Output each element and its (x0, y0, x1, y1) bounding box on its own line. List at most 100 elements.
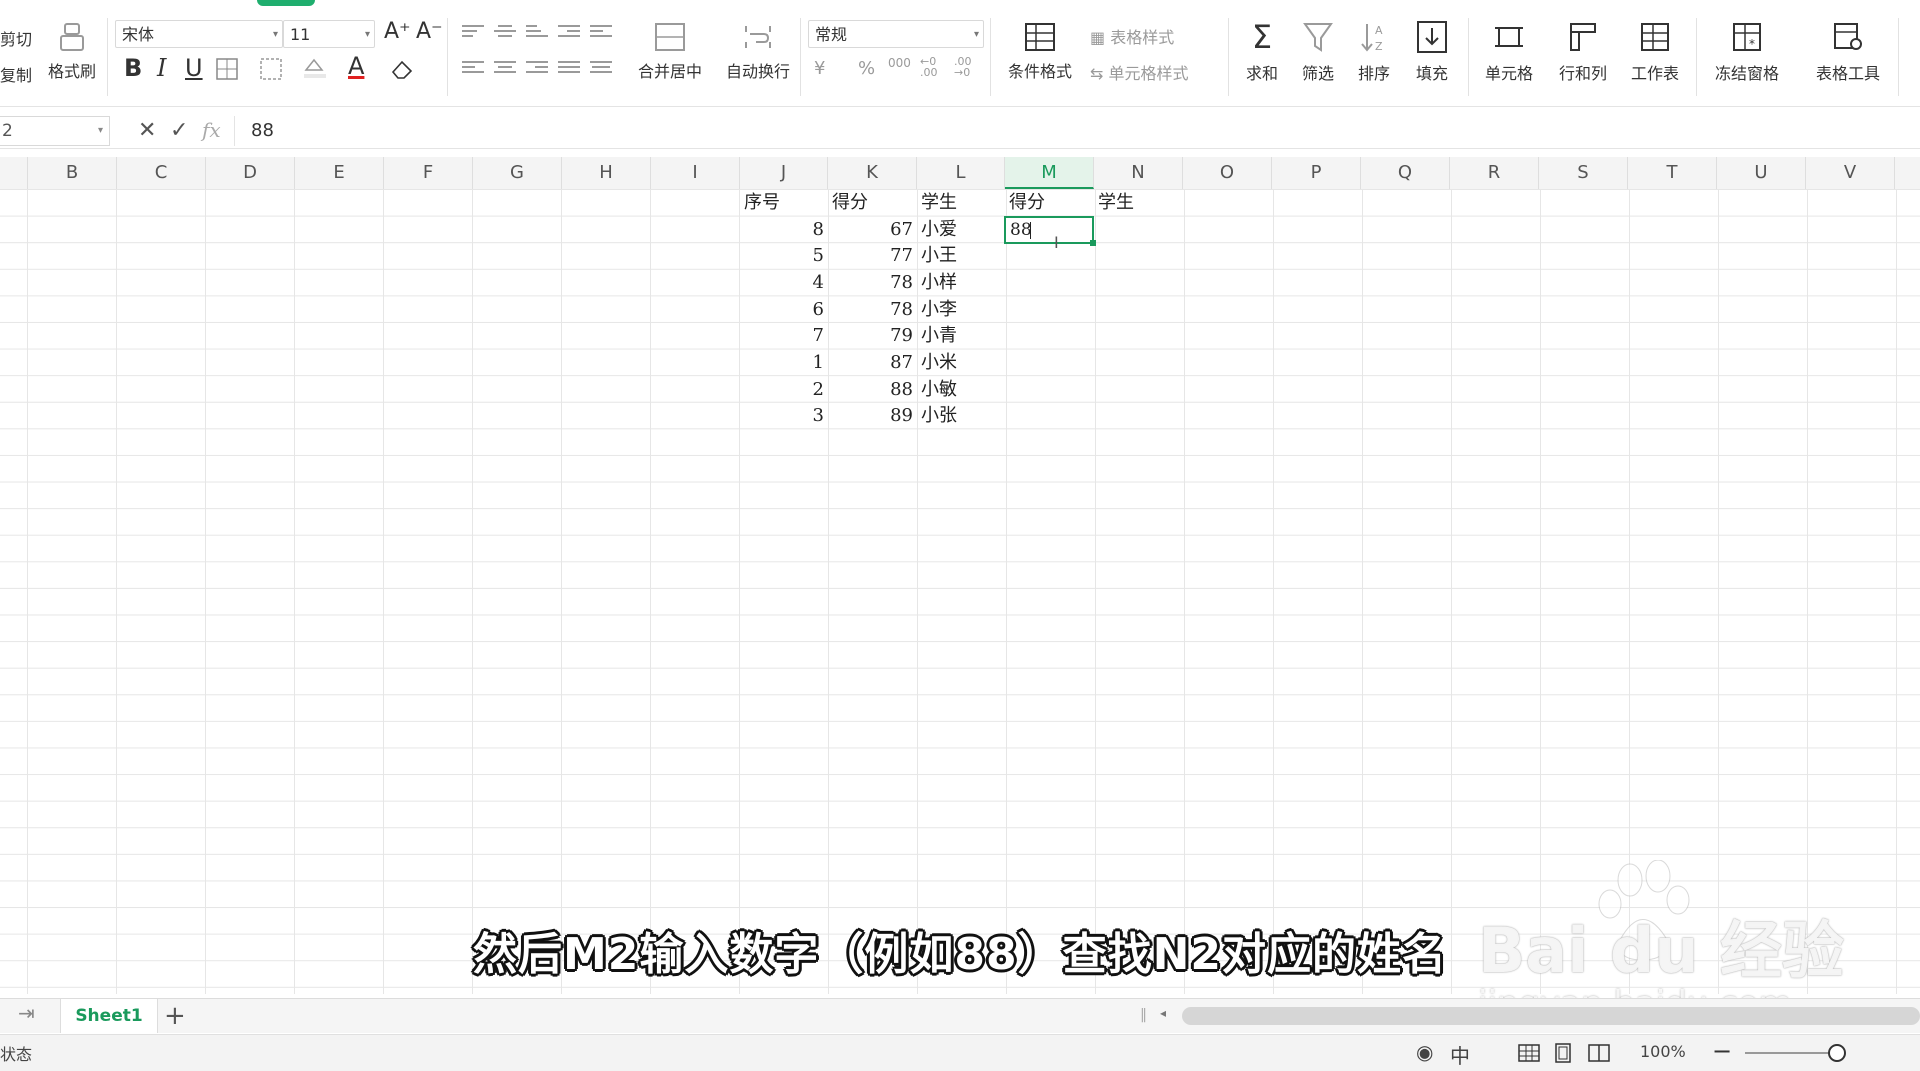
bold-icon[interactable]: B (124, 54, 142, 82)
font-size-select[interactable]: 11 ▾ (283, 20, 375, 48)
column-header-m[interactable]: M (1005, 157, 1094, 189)
zoom-slider-knob[interactable] (1828, 1044, 1846, 1062)
column-header-u[interactable]: U (1717, 157, 1806, 189)
sheet-nav-last-icon[interactable]: ⇥ (18, 1001, 35, 1025)
table-cell-seq[interactable]: 5 (740, 243, 828, 269)
page-layout-icon[interactable] (1554, 1043, 1572, 1063)
thousands-separator-button[interactable]: 000 (888, 56, 911, 70)
table-cell-seq[interactable]: 6 (740, 297, 828, 323)
cell-style-button[interactable]: ⇆ 单元格样式 (1090, 60, 1189, 84)
column-header-v[interactable]: V (1806, 157, 1895, 189)
header-student[interactable]: 学生 (917, 190, 1005, 216)
row-header-corner[interactable] (0, 157, 28, 189)
fill-button[interactable]: 填充 (1404, 20, 1460, 84)
column-header-q[interactable]: Q (1361, 157, 1450, 189)
table-cell-student[interactable]: 小张 (917, 403, 1005, 429)
eye-protection-icon[interactable]: ◉ (1416, 1040, 1433, 1064)
wrap-text-button[interactable]: 自动换行 (720, 22, 796, 82)
format-painter-button[interactable]: 格式刷 (44, 22, 100, 82)
column-header-g[interactable]: G (473, 157, 562, 189)
column-header-e[interactable]: E (295, 157, 384, 189)
column-header-o[interactable]: O (1183, 157, 1272, 189)
table-cell-seq[interactable]: 1 (740, 350, 828, 376)
active-cell-m2[interactable]: 88 (1004, 216, 1094, 244)
table-cell-student[interactable]: 小青 (917, 323, 1005, 349)
name-box[interactable]: 2 ▾ (0, 116, 110, 146)
column-header-s[interactable]: S (1539, 157, 1628, 189)
align-middle-icon[interactable] (494, 22, 516, 42)
table-cell-student[interactable]: 小李 (917, 297, 1005, 323)
borders-icon[interactable] (216, 58, 238, 80)
align-bottom-icon[interactable] (526, 22, 548, 42)
table-cell-student[interactable]: 小样 (917, 270, 1005, 296)
column-header-t[interactable]: T (1628, 157, 1717, 189)
column-header-f[interactable]: F (384, 157, 473, 189)
column-header-h[interactable]: H (562, 157, 651, 189)
column-header-l[interactable]: L (917, 157, 1005, 189)
table-cell-score[interactable]: 77 (828, 243, 917, 269)
align-left-icon[interactable] (462, 58, 484, 78)
decrease-indent-icon[interactable] (558, 22, 580, 42)
italic-icon[interactable]: I (157, 54, 166, 82)
header-score[interactable]: 得分 (828, 190, 917, 216)
column-header-r[interactable]: R (1450, 157, 1539, 189)
table-cell-score[interactable]: 88 (828, 377, 917, 403)
clear-borders-icon[interactable] (260, 58, 282, 80)
justify-icon[interactable] (558, 58, 580, 78)
percent-format-button[interactable]: % (858, 58, 875, 79)
increase-font-button[interactable]: A⁺ (384, 18, 411, 46)
table-cell-student[interactable]: 小爱 (917, 217, 1005, 243)
underline-icon[interactable]: U (185, 54, 203, 82)
fill-handle[interactable] (1090, 240, 1096, 246)
column-header-p[interactable]: P (1272, 157, 1361, 189)
freeze-panes-button[interactable]: * 冻结窗格 (1704, 20, 1790, 84)
table-cell-seq[interactable]: 4 (740, 270, 828, 296)
table-cell-seq[interactable]: 3 (740, 403, 828, 429)
table-cell-score[interactable]: 78 (828, 270, 917, 296)
table-cell-student[interactable]: 小敏 (917, 377, 1005, 403)
align-right-icon[interactable] (526, 58, 548, 78)
decrease-font-button[interactable]: A⁻ (416, 18, 443, 46)
cancel-edit-icon[interactable]: ✕ (138, 118, 156, 143)
column-header-j[interactable]: J (740, 157, 828, 189)
add-sheet-button[interactable]: + (164, 999, 186, 1033)
table-style-button[interactable]: ▦ 表格样式 (1090, 24, 1174, 48)
increase-decimal-button[interactable]: ←0 .00 (920, 56, 946, 78)
zoom-out-button[interactable]: − (1712, 1037, 1732, 1065)
increase-indent-icon[interactable] (590, 22, 612, 42)
horizontal-scrollbar[interactable] (1182, 1007, 1920, 1025)
zoom-level[interactable]: 100% (1640, 1042, 1686, 1061)
table-cell-score[interactable]: 67 (828, 217, 917, 243)
insert-function-icon[interactable]: fx (202, 118, 221, 142)
column-header-n[interactable]: N (1094, 157, 1183, 189)
table-cell-student[interactable]: 小王 (917, 243, 1005, 269)
table-cell-score[interactable]: 87 (828, 350, 917, 376)
input-method-icon[interactable]: 中 (1450, 1040, 1470, 1069)
currency-format-button[interactable]: ¥ (814, 58, 825, 79)
filter-button[interactable]: 筛选 (1292, 20, 1344, 84)
table-cell-student[interactable]: 小米 (917, 350, 1005, 376)
lookup-score-header[interactable]: 得分 (1005, 190, 1094, 216)
sheet-tab-sheet1[interactable]: Sheet1 (60, 999, 158, 1033)
align-top-icon[interactable] (462, 22, 484, 42)
cut-button[interactable]: 剪切 (0, 26, 32, 50)
number-format-select[interactable]: 常规 ▾ (808, 20, 984, 48)
table-cell-score[interactable]: 79 (828, 323, 917, 349)
font-family-select[interactable]: 宋体 ▾ (115, 20, 283, 48)
font-color-icon[interactable]: A (348, 52, 364, 80)
scroll-split-handle[interactable]: ‖ (1140, 1007, 1147, 1023)
eraser-icon[interactable] (390, 58, 414, 80)
conditional-format-button[interactable]: 条件格式 (998, 22, 1082, 82)
column-header-k[interactable]: K (828, 157, 917, 189)
row-column-button[interactable]: 行和列 (1550, 20, 1616, 84)
cell-button[interactable]: 单元格 (1476, 20, 1542, 84)
table-tools-button[interactable]: 表格工具 (1806, 20, 1890, 84)
sum-button[interactable]: Σ 求和 (1236, 20, 1288, 84)
copy-button[interactable]: 复制 (0, 62, 32, 86)
column-header-c[interactable]: C (117, 157, 206, 189)
table-cell-seq[interactable]: 7 (740, 323, 828, 349)
distributed-align-icon[interactable] (590, 58, 612, 78)
active-ribbon-tab-indicator[interactable] (257, 0, 315, 6)
formula-input[interactable]: 88 (234, 116, 1920, 146)
normal-view-icon[interactable] (1518, 1044, 1540, 1062)
